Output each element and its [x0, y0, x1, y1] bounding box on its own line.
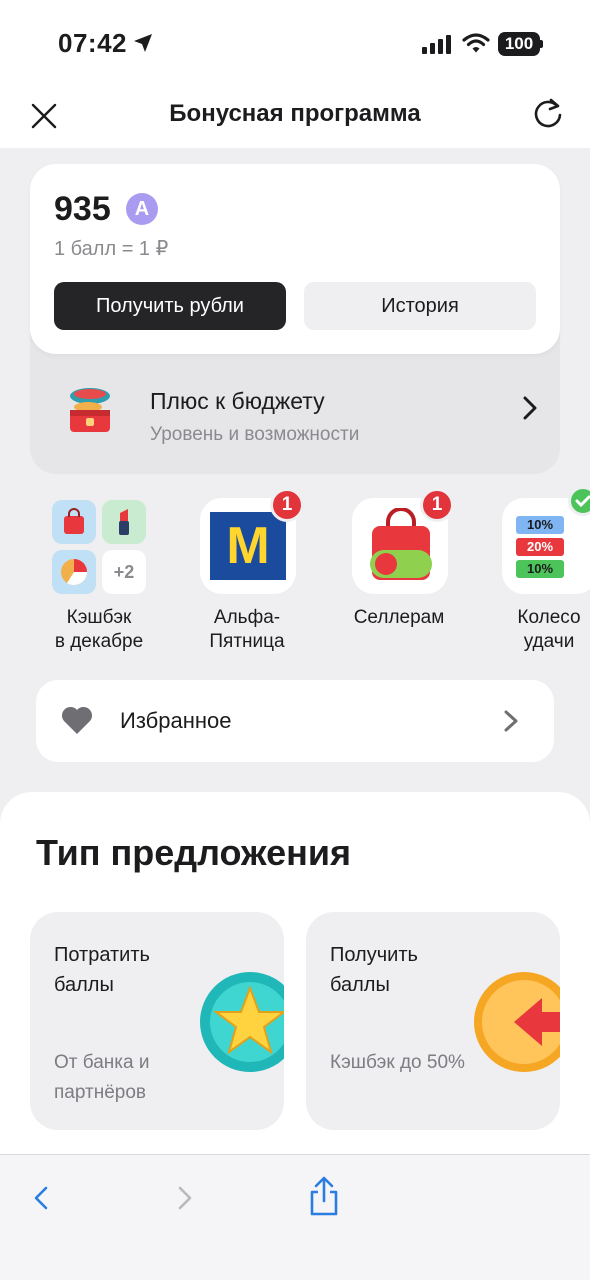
treasure-box-icon [70, 388, 110, 432]
share-icon[interactable] [306, 1175, 342, 1217]
offer-card-subtitle: Кэшбэк до 50% [330, 1048, 465, 1078]
chevron-right-icon [504, 710, 518, 732]
offer-title-line1: Получить [330, 944, 418, 966]
page-title: Бонусная программа [169, 100, 421, 127]
section-title: Тип предложения [36, 832, 351, 873]
offer-card-subtitle: От банка и партнёров [54, 1048, 149, 1108]
refresh-icon [534, 98, 562, 128]
balance-value: 935 [54, 190, 111, 228]
wheel-segment: 10% [516, 516, 564, 534]
offer-sub-line1: Кэшбэк до 50% [330, 1052, 465, 1073]
star-coin-icon [200, 972, 284, 1072]
story-alfa-friday[interactable]: M 1 Альфа- Пятница [182, 488, 312, 658]
wheel-segment: 20% [516, 538, 564, 556]
story-label: Колесо удачи [484, 606, 590, 654]
story-label-line1: Альфа- [213, 607, 281, 628]
chevron-right-icon [523, 396, 537, 420]
battery-indicator: 100 [498, 32, 540, 56]
story-sellers[interactable]: 1 Селлерам [334, 488, 464, 658]
notification-badge: 1 [420, 488, 454, 522]
offer-sub-line1: От банка и [54, 1052, 150, 1073]
favorites-label: Избранное [120, 708, 232, 733]
more-categories-count: +2 [102, 550, 146, 594]
lipstick-mini-icon [102, 500, 146, 544]
back-icon[interactable] [30, 1183, 54, 1213]
wheel-segment: 10% [516, 560, 564, 578]
points-currency-badge: A [126, 193, 158, 225]
offer-title-line2: баллы [330, 974, 390, 996]
story-cashback[interactable]: +2 Кэшбэк в декабре [34, 498, 164, 658]
get-rubles-button[interactable]: Получить рубли [54, 282, 286, 330]
signal-icon [422, 35, 451, 54]
pie-mini-icon [52, 550, 96, 594]
spend-points-card[interactable]: Потратить баллы От банка и партнёров [30, 912, 284, 1130]
story-label-line2: в декабре [54, 631, 144, 652]
forward-icon[interactable] [172, 1183, 196, 1213]
balance-rate: 1 балл = 1 ₽ [54, 238, 169, 260]
story-wheel-of-fortune[interactable]: 10% 20% 10% Колесо удачи [484, 486, 590, 658]
offer-card-title: Потратить баллы [54, 940, 150, 1000]
browser-toolbar [0, 1154, 590, 1280]
shopping-bag-mini-icon [52, 500, 96, 544]
notification-badge: 1 [270, 488, 304, 522]
balance-card: 935 A 1 балл = 1 ₽ Получить рубли Истори… [30, 164, 560, 354]
level-subtitle: Уровень и возможности [150, 424, 360, 445]
story-label-line2: Пятница [209, 631, 285, 652]
offer-title-line2: баллы [54, 974, 114, 996]
completed-check-icon [568, 486, 590, 516]
balance-section: 935 A 1 балл = 1 ₽ Получить рубли Истори… [30, 164, 560, 474]
heart-icon [61, 706, 93, 734]
story-label-line1: Кэшбэк [66, 607, 132, 628]
shopping-bag-toggle-icon [370, 508, 432, 580]
offer-card-title: Получить баллы [330, 940, 418, 1000]
offer-title-line1: Потратить [54, 944, 150, 966]
get-points-card[interactable]: Получить баллы Кэшбэк до 50% [306, 912, 560, 1130]
story-label: Кэшбэк в декабре [34, 606, 164, 654]
metro-logo-letter: M [226, 517, 270, 575]
level-title: Плюс к бюджету [150, 388, 325, 414]
story-label: Альфа- Пятница [182, 606, 312, 654]
header: Бонусная программа [0, 88, 590, 148]
refresh-button[interactable] [528, 94, 568, 134]
story-label-line2: удачи [523, 631, 575, 652]
story-label: Селлерам [334, 606, 464, 630]
offer-sub-line2: партнёров [54, 1082, 146, 1103]
metro-logo: M [210, 512, 286, 580]
story-label-line1: Селлерам [353, 607, 445, 628]
status-time: 07:42 [58, 28, 127, 58]
wifi-icon [462, 33, 490, 53]
level-row[interactable]: Плюс к бюджету Уровень и возможности [30, 354, 560, 474]
favorites-row[interactable]: Избранное [36, 680, 554, 762]
history-button[interactable]: История [304, 282, 536, 330]
status-bar: 07:42 100 [0, 0, 590, 88]
arrow-coin-icon [474, 972, 560, 1072]
story-label-line1: Колесо [517, 607, 581, 628]
location-arrow-icon [134, 34, 152, 52]
battery-nub [540, 40, 543, 48]
